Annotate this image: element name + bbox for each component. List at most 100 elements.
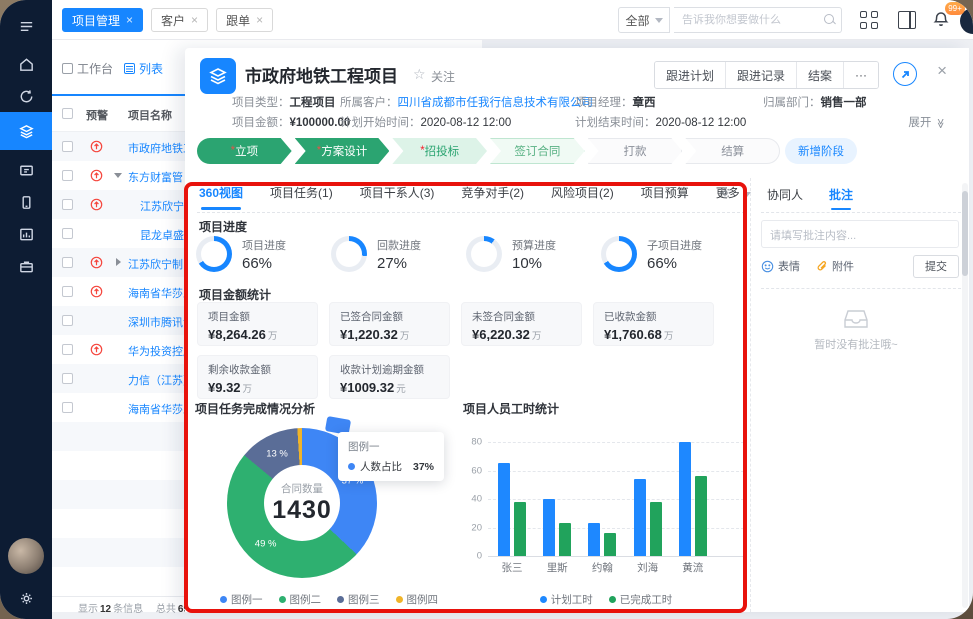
emoji-button[interactable]: 表情	[761, 258, 800, 274]
projects-icon[interactable]	[0, 112, 52, 150]
module-tab[interactable]: 跟单×	[216, 8, 273, 32]
tabs-gear-icon[interactable]	[718, 186, 732, 203]
detail-tab[interactable]: 项目预算	[641, 184, 689, 210]
module-tab[interactable]: 项目管理×	[62, 8, 143, 32]
column-warning: 预警	[86, 107, 108, 123]
project-detail-drawer: 市政府地铁工程项目 ☆ 关注 跟进计划跟进记录结案··· × 项目类型：工程项目…	[185, 48, 969, 612]
meta-field: 计划开始时间：2020-08-12 12:00	[340, 114, 575, 130]
row-checkbox[interactable]	[62, 344, 73, 355]
expand-toggle[interactable]: 展开 ≫	[908, 114, 945, 130]
meta-value: 2020-08-12 12:00	[421, 117, 512, 129]
close-icon[interactable]: ×	[937, 62, 947, 79]
stage-step[interactable]: 打款	[588, 138, 683, 164]
stage-step[interactable]: 签订合同	[490, 138, 585, 164]
action-button[interactable]: 跟进记录	[725, 62, 796, 88]
meta-value[interactable]: 四川省成都市任我行信息技术有限公司	[398, 97, 594, 109]
amount-section-title: 项目金额统计	[199, 286, 271, 303]
tree-caret-icon[interactable]	[114, 173, 122, 178]
progress-text: 子项目进度66%	[647, 237, 702, 272]
detail-tab[interactable]: 竞争对手(2)	[461, 184, 524, 210]
stage-step[interactable]: *招投标	[392, 138, 487, 164]
briefcase-icon[interactable]	[0, 250, 52, 282]
amount-card: 收款计划逾期金额 ¥1009.32元	[329, 355, 450, 399]
report-chart-icon[interactable]	[0, 218, 52, 250]
amount-value: ¥1009.32元	[340, 380, 439, 395]
close-tab-icon[interactable]: ×	[256, 13, 263, 27]
attachment-button[interactable]: 附件	[816, 258, 854, 274]
legend-item[interactable]: 图例三	[337, 592, 380, 607]
star-icon[interactable]: ☆	[413, 66, 426, 83]
stage-label: 签订合同	[514, 143, 560, 159]
add-stage-button[interactable]: 新增阶段	[785, 138, 857, 164]
meta-label: 所属客户：	[340, 97, 398, 109]
legend-item[interactable]: 图例二	[279, 592, 322, 607]
row-checkbox[interactable]	[62, 141, 73, 152]
action-button[interactable]: 跟进计划	[655, 62, 725, 88]
amount-label: 已签合同金额	[340, 309, 439, 324]
scrollbar-thumb[interactable]	[962, 191, 968, 276]
stage-step[interactable]: 结算	[685, 138, 780, 164]
detail-tab[interactable]: 360视图	[199, 184, 243, 210]
amount-unit: 万	[664, 331, 674, 342]
menu-icon[interactable]	[0, 10, 52, 42]
grid-line	[488, 471, 744, 472]
row-checkbox[interactable]	[62, 315, 73, 326]
stage-label: 结算	[721, 143, 744, 159]
action-button[interactable]: ···	[843, 62, 878, 88]
settings-gear-icon[interactable]	[0, 582, 52, 614]
submit-button[interactable]: 提交	[913, 255, 959, 278]
progress-label: 子项目进度	[647, 237, 702, 253]
legend-label: 图例三	[348, 592, 380, 607]
home-icon[interactable]	[0, 48, 52, 80]
legend-item[interactable]: 已完成工时	[609, 592, 673, 607]
tree-caret-icon[interactable]	[116, 258, 121, 266]
share-arrow-icon[interactable]	[893, 62, 917, 86]
stage-step[interactable]: *方案设计	[295, 138, 390, 164]
bar-chart-box: 项目人员工时统计 806040200张三里斯约翰刘海黄流 计划工时已完成工时	[463, 400, 749, 608]
view-button-list[interactable]: 列表	[124, 56, 163, 80]
search-scope-select[interactable]: 全部	[618, 7, 670, 33]
detail-tab[interactable]: 项目干系人(3)	[360, 184, 435, 210]
tabs-divider	[197, 212, 745, 213]
close-tab-icon[interactable]: ×	[126, 13, 133, 27]
apps-grid-icon[interactable]	[860, 11, 878, 29]
meta-field: 归属部门：销售一部	[763, 94, 867, 110]
detail-tab[interactable]: 风险项目(2)	[551, 184, 614, 210]
refresh-icon[interactable]	[0, 80, 52, 112]
scrollbar	[962, 183, 968, 608]
amount-label: 收款计划逾期金额	[340, 362, 439, 377]
search-icon[interactable]	[824, 14, 836, 26]
collab-tab[interactable]: 批注	[829, 186, 853, 210]
row-checkbox[interactable]	[62, 402, 73, 413]
legend-item[interactable]: 图例四	[396, 592, 439, 607]
legend-item[interactable]: 图例一	[220, 592, 263, 607]
payment-card-icon[interactable]	[0, 154, 52, 186]
action-button[interactable]: 结案	[796, 62, 843, 88]
select-all-checkbox[interactable]	[62, 108, 73, 119]
collab-tab[interactable]: 协同人	[767, 186, 803, 210]
progress-value: 10%	[512, 255, 556, 272]
search-input[interactable]	[682, 14, 824, 26]
layout-columns-icon[interactable]	[898, 11, 916, 29]
row-checkbox[interactable]	[62, 257, 73, 268]
warning-icon	[90, 198, 103, 211]
row-checkbox[interactable]	[62, 199, 73, 210]
close-tab-icon[interactable]: ×	[191, 13, 198, 27]
stage-step[interactable]: *立项	[197, 138, 292, 164]
mobile-icon[interactable]	[0, 186, 52, 218]
module-tab[interactable]: 客户×	[151, 8, 208, 32]
row-checkbox[interactable]	[62, 286, 73, 297]
legend-label: 计划工时	[551, 592, 593, 607]
legend-dot	[609, 596, 616, 603]
amount-value: ¥9.32万	[208, 380, 307, 395]
row-checkbox[interactable]	[62, 170, 73, 181]
row-checkbox[interactable]	[62, 373, 73, 384]
view-button-workbench[interactable]: 工作台	[62, 56, 113, 80]
legend-item[interactable]: 计划工时	[540, 592, 593, 607]
follow-label[interactable]: 关注	[431, 68, 455, 85]
row-checkbox[interactable]	[62, 228, 73, 239]
comment-input[interactable]: 请填写批注内容...	[761, 220, 959, 248]
detail-tab[interactable]: 项目任务(1)	[270, 184, 333, 210]
amount-value: ¥1,220.32万	[340, 327, 439, 342]
user-avatar[interactable]	[8, 538, 44, 574]
